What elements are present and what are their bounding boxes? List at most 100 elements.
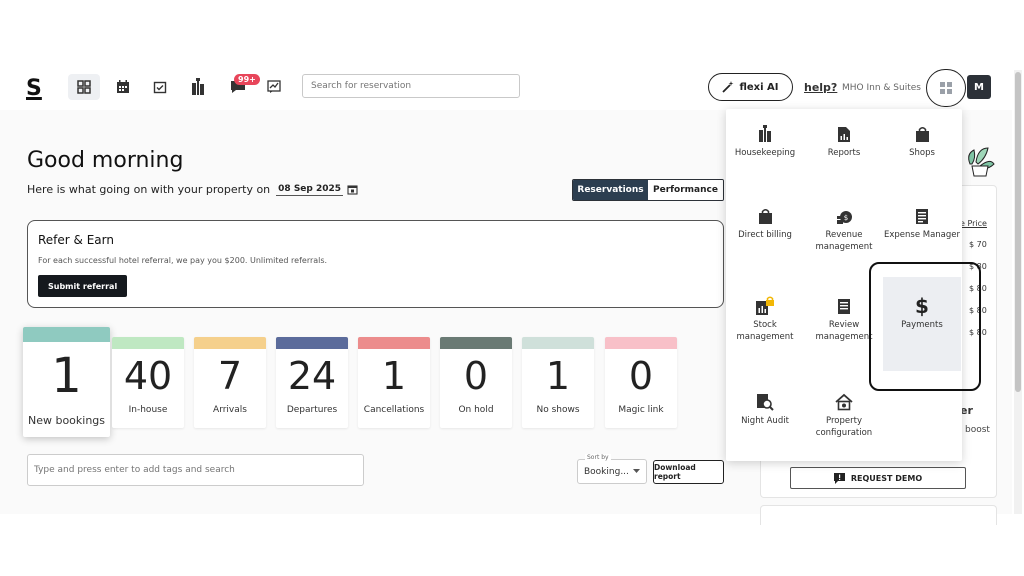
stat-color-bar <box>440 337 512 349</box>
night-audit-icon <box>757 394 774 411</box>
stat-label: Departures <box>286 405 338 415</box>
app-shops[interactable]: Shops <box>883 123 961 159</box>
scrollbar-thumb[interactable] <box>1015 72 1021 392</box>
refer-description: For each successful hotel referral, we p… <box>38 256 328 265</box>
calendar-icon[interactable] <box>347 184 358 195</box>
app-label: Night Audit <box>741 416 789 426</box>
app-housekeeping[interactable]: Housekeeping <box>726 123 804 159</box>
stat-card-arrivals[interactable]: 7 Arrivals <box>194 337 266 428</box>
app-expense-manager[interactable]: Expense Manager <box>883 205 961 241</box>
refer-title: Refer & Earn <box>38 233 114 247</box>
stat-value: 40 <box>123 354 173 398</box>
stat-value: 0 <box>463 354 489 398</box>
page-greeting: Good morning <box>27 148 184 173</box>
subtitle-text: Here is what going on with your property… <box>27 183 271 196</box>
flexi-ai-label: flexi AI <box>739 81 779 93</box>
stat-card-magic-link[interactable]: 0 Magic link <box>605 337 677 428</box>
highlight-outline <box>869 262 981 391</box>
request-demo-label: REQUEST DEMO <box>850 473 923 483</box>
top-band <box>0 0 1024 64</box>
nav-calendar-button[interactable] <box>107 74 139 100</box>
stat-color-bar <box>522 337 594 349</box>
stat-color-bar <box>605 337 677 349</box>
app-label: Stock management <box>736 320 794 342</box>
sort-label: Sort by <box>585 454 611 461</box>
nav-housekeeping-button[interactable] <box>182 74 214 100</box>
notification-badge: 99+ <box>234 74 260 85</box>
apps-menu-button[interactable] <box>926 69 966 107</box>
stat-color-bar <box>23 327 110 342</box>
stat-label: On hold <box>458 405 494 415</box>
shopping-bag-icon <box>915 126 929 142</box>
caret-down-icon <box>633 469 640 473</box>
tab-performance[interactable]: Performance <box>648 180 723 200</box>
nav-reviews-button[interactable] <box>258 74 290 100</box>
price-value: $ 70 <box>969 240 987 249</box>
submit-referral-button[interactable]: Submit referral <box>38 275 128 297</box>
housekeeping-icon <box>192 78 204 95</box>
app-logo[interactable]: S <box>26 76 42 101</box>
stat-card-no-shows[interactable]: 1 No shows <box>522 337 594 428</box>
stat-color-bar <box>112 337 184 349</box>
app-label: Expense Manager <box>883 230 961 240</box>
promo-text-fragment: boost <box>965 425 990 435</box>
user-avatar[interactable]: M <box>967 75 991 99</box>
tags-search-input[interactable] <box>27 454 364 486</box>
refer-earn-card: Refer & Earn For each successful hotel r… <box>27 220 724 308</box>
stat-card-cancellations[interactable]: 1 Cancellations <box>358 337 430 428</box>
reservation-search-input[interactable] <box>302 74 520 98</box>
sort-select[interactable]: Booking... <box>577 459 647 484</box>
stock-lock-icon <box>756 296 774 315</box>
stat-color-bar <box>276 337 348 349</box>
plant-icon <box>968 147 995 177</box>
app-label: Shops <box>909 148 935 158</box>
date-picker[interactable]: 08 Sep 2025 <box>276 184 344 196</box>
download-report-button[interactable]: Download report <box>653 460 724 484</box>
view-toggle: Reservations Performance <box>572 179 724 201</box>
stat-value: 1 <box>51 348 82 404</box>
calendar-check-icon <box>153 81 167 94</box>
money-bag-icon: $ <box>837 210 852 224</box>
magic-wand-icon <box>722 81 734 93</box>
apps-grid-icon <box>940 82 952 94</box>
stat-card-new-bookings[interactable]: 1 New bookings <box>23 327 110 437</box>
stat-value: 1 <box>545 354 571 398</box>
property-house-icon <box>835 393 853 411</box>
app-revenue-management[interactable]: $ Revenue management <box>805 205 883 253</box>
property-name[interactable]: MHO Inn & Suites <box>842 83 921 93</box>
reports-icon <box>838 126 850 142</box>
stat-label: Arrivals <box>213 405 247 415</box>
stat-label: Magic link <box>618 405 664 415</box>
app-label: Property configuration <box>815 416 873 438</box>
nav-tasks-button[interactable] <box>144 74 176 100</box>
app-label: Housekeeping <box>734 148 796 158</box>
stat-card-on-hold[interactable]: 0 On hold <box>440 337 512 428</box>
stat-value: 0 <box>628 354 654 398</box>
stat-card-departures[interactable]: 24 Departures <box>276 337 348 428</box>
stat-value: 7 <box>217 354 243 398</box>
flexi-ai-button[interactable]: flexi AI <box>708 73 793 101</box>
help-link[interactable]: help? <box>804 81 837 94</box>
stat-label: New bookings <box>27 414 106 427</box>
price-column-header[interactable]: e Price <box>960 219 987 228</box>
request-demo-button[interactable]: REQUEST DEMO <box>790 467 966 489</box>
stat-value: 1 <box>381 354 407 398</box>
stat-card-in-house[interactable]: 40 In-house <box>112 337 184 428</box>
app-night-audit[interactable]: Night Audit <box>726 391 804 427</box>
nav-dashboard-button[interactable] <box>68 74 100 100</box>
page-scrollbar[interactable] <box>1014 70 1022 514</box>
stat-color-bar <box>194 337 266 349</box>
app-direct-billing[interactable]: Direct billing <box>726 205 804 241</box>
app-stock-management[interactable]: Stock management <box>726 295 804 343</box>
review-chart-icon <box>267 80 281 93</box>
dashboard-icon <box>77 80 91 94</box>
receipt-icon <box>916 208 928 224</box>
stat-color-bar <box>358 337 430 349</box>
app-label: Direct billing <box>738 230 792 240</box>
app-reports[interactable]: Reports <box>805 123 883 159</box>
stat-value: 24 <box>287 354 337 398</box>
app-property-configuration[interactable]: Property configuration <box>805 391 883 439</box>
calendar-icon <box>117 80 129 93</box>
tab-reservations[interactable]: Reservations <box>573 180 648 200</box>
stat-label: Cancellations <box>363 405 425 415</box>
